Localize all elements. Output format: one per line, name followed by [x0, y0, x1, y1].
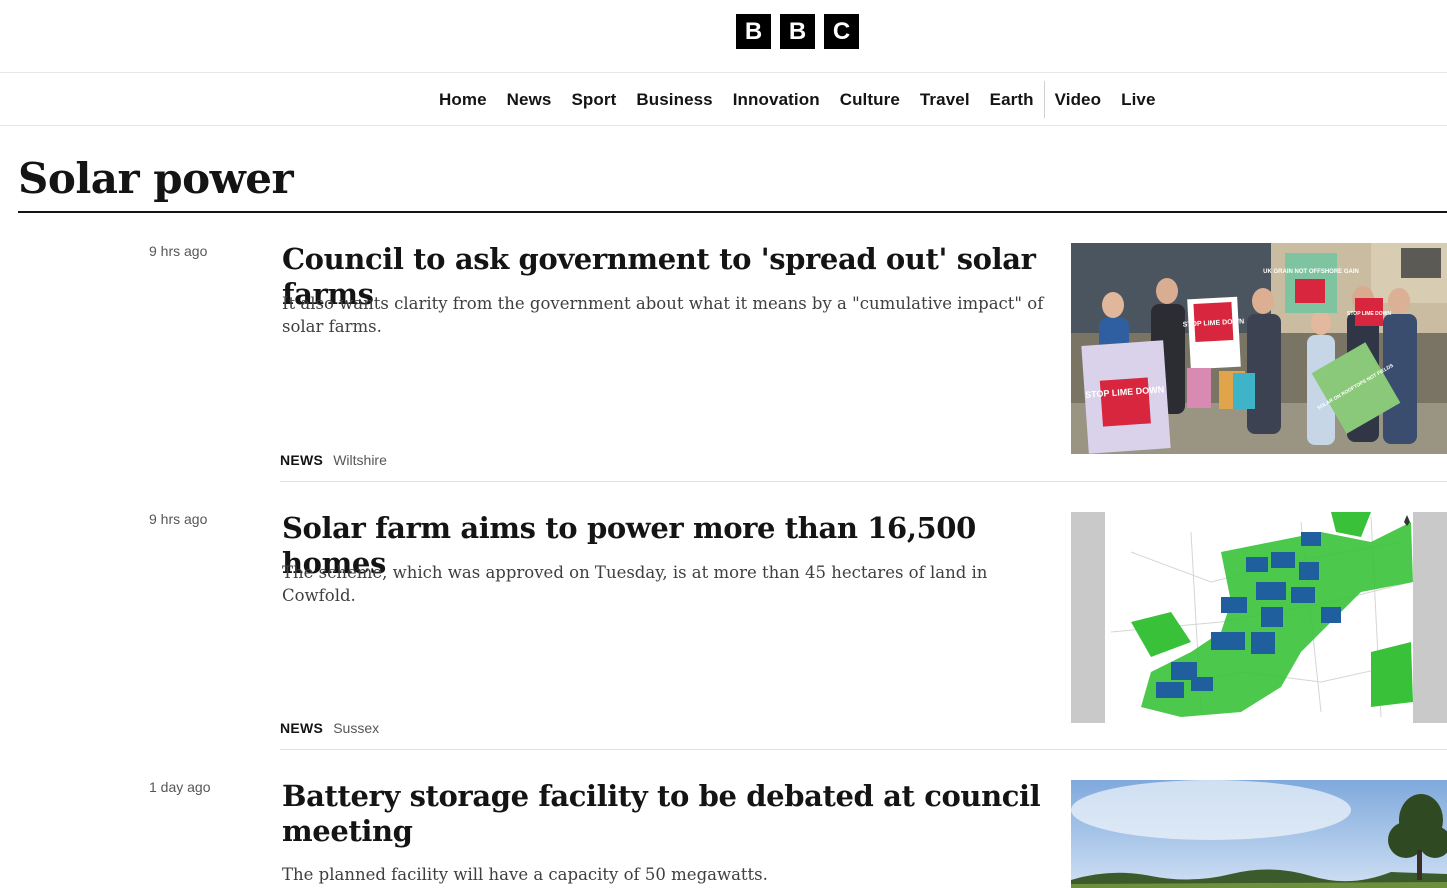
- nav-item-live[interactable]: Live: [1111, 73, 1165, 126]
- article-section[interactable]: NEWS: [280, 720, 323, 736]
- article-summary: The planned facility will have a capacit…: [282, 865, 768, 884]
- article-timestamp: 9 hrs ago: [149, 511, 208, 527]
- logo-letter-b2: B: [780, 14, 815, 49]
- article-headline[interactable]: Battery storage facility to be debated a…: [282, 779, 1052, 849]
- nav-item-earth[interactable]: Earth: [980, 73, 1044, 126]
- nav-item-culture[interactable]: Culture: [830, 73, 910, 126]
- nav-item-home[interactable]: Home: [429, 73, 497, 126]
- logo-letter-b1: B: [736, 14, 771, 49]
- article-region[interactable]: Sussex: [333, 720, 379, 736]
- article-timestamp: 1 day ago: [149, 779, 211, 795]
- nav-list: Home News Sport Business Innovation Cult…: [429, 73, 1166, 126]
- article-thumbnail-landscape[interactable]: [1071, 780, 1447, 888]
- title-rule: [18, 211, 1447, 213]
- logo-letter-c: C: [824, 14, 859, 49]
- article-region[interactable]: Wiltshire: [333, 452, 387, 468]
- site-header: B B C: [0, 0, 1447, 73]
- nav-item-news[interactable]: News: [497, 73, 562, 126]
- solar-farm-map-image: [1071, 512, 1447, 723]
- main-nav: Home News Sport Business Innovation Cult…: [0, 73, 1447, 126]
- nav-item-sport[interactable]: Sport: [561, 73, 626, 126]
- article-thumbnail-protest[interactable]: STOP LIME DOWN STOP LIME DOWN UK GRAIN N…: [1071, 243, 1447, 454]
- article-divider: [280, 749, 1447, 750]
- article-meta: NEWS Sussex: [280, 720, 379, 736]
- nav-item-innovation[interactable]: Innovation: [723, 73, 830, 126]
- nav-item-business[interactable]: Business: [626, 73, 722, 126]
- page-title: Solar power: [18, 154, 294, 203]
- nav-item-video[interactable]: Video: [1045, 73, 1111, 126]
- article-summary: It also wants clarity from the governmen…: [282, 294, 1044, 336]
- article-section[interactable]: NEWS: [280, 452, 323, 468]
- article-summary: The scheme, which was approved on Tuesda…: [282, 563, 988, 605]
- protest-photo-image: STOP LIME DOWN STOP LIME DOWN UK GRAIN N…: [1071, 243, 1447, 454]
- article-meta: NEWS Wiltshire: [280, 452, 387, 468]
- article-divider: [280, 481, 1447, 482]
- sign-text-3: UK GRAIN NOT OFFSHORE GAIN: [1263, 269, 1359, 275]
- article-thumbnail-map[interactable]: [1071, 512, 1447, 723]
- article-timestamp: 9 hrs ago: [149, 243, 208, 259]
- sign-text-4: STOP LIME DOWN: [1347, 311, 1391, 317]
- nav-item-travel[interactable]: Travel: [910, 73, 980, 126]
- landscape-photo-image: [1071, 780, 1447, 888]
- bbc-logo[interactable]: B B C: [736, 14, 859, 49]
